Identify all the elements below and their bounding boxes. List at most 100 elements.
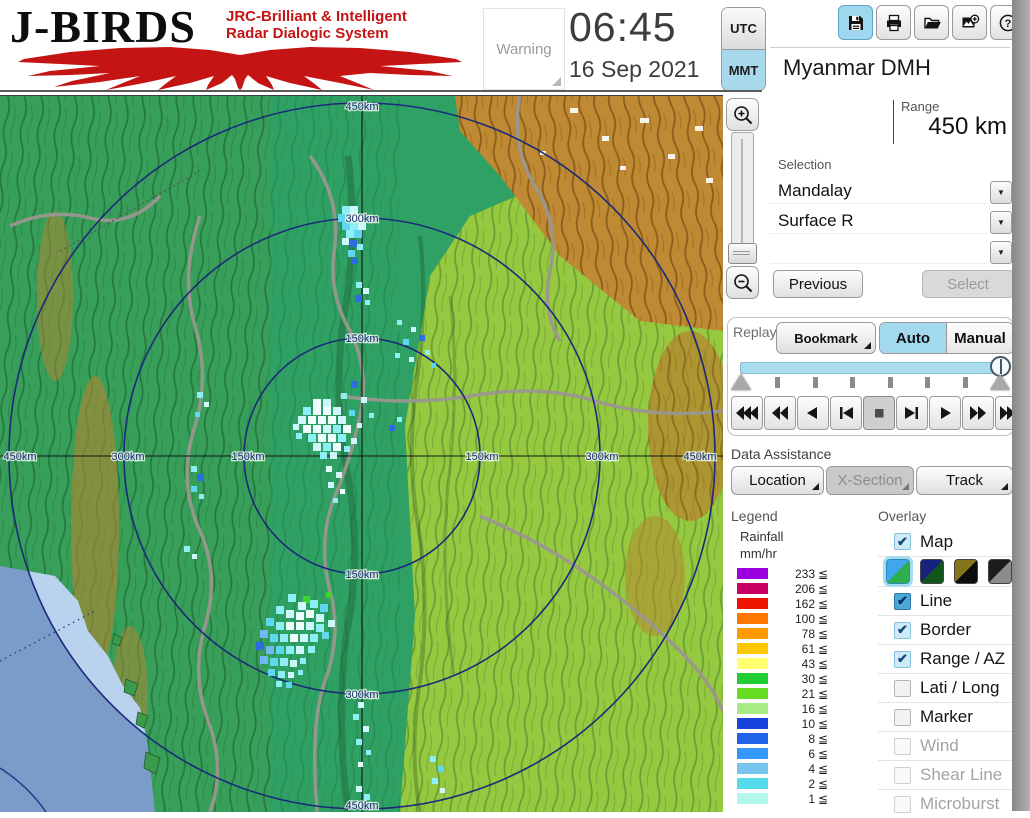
x-section-button[interactable]: X-Section xyxy=(826,466,914,495)
map-checkbox[interactable]: ✔ xyxy=(894,533,911,550)
rewind-fast-button[interactable] xyxy=(731,396,763,430)
legend-swatch xyxy=(737,628,768,639)
lati-long-checkbox[interactable]: ✔ xyxy=(894,679,911,697)
site-dropdown-value[interactable]: Mandalay xyxy=(770,179,989,204)
track-label: Track xyxy=(946,472,983,489)
manual-button[interactable]: Manual xyxy=(947,323,1013,353)
legend-value: 100 xyxy=(794,611,815,626)
legend-value: 78 xyxy=(801,626,815,641)
mmt-button[interactable]: MMT xyxy=(722,50,765,90)
map-style-2[interactable] xyxy=(920,559,944,584)
overlay-row-wind[interactable]: ✔ Wind xyxy=(878,731,1012,760)
clock-time: 06:45 xyxy=(569,4,677,50)
play-button[interactable] xyxy=(929,396,961,430)
select-button[interactable]: Select xyxy=(922,270,1014,298)
slider-tick xyxy=(775,377,780,388)
microburst-checkbox[interactable]: ✔ xyxy=(894,795,911,813)
overlay-row-marker[interactable]: ✔ Marker xyxy=(878,702,1012,731)
legend-value: 206 xyxy=(794,581,815,596)
print-button[interactable] xyxy=(876,5,911,40)
option-dropdown-value[interactable] xyxy=(770,239,989,264)
overlay-row-map[interactable]: ✔ Map xyxy=(878,527,1012,556)
map-style-4[interactable] xyxy=(988,559,1012,584)
range-end-marker[interactable] xyxy=(990,374,1010,390)
overlay-label-lati-long: Lati / Long xyxy=(920,678,1000,697)
chevron-down-icon: ▼ xyxy=(997,248,1005,257)
overlay-label-wind: Wind xyxy=(920,736,959,755)
option-dropdown-button[interactable]: ▼ xyxy=(990,241,1012,264)
legend-row: 61 ≦ xyxy=(737,641,847,656)
slider-tick xyxy=(850,377,855,388)
radar-map[interactable]: 450km 300km 150km 150km 300km 450km 450km 300km… xyxy=(0,95,732,813)
legend-swatch xyxy=(737,763,768,774)
range-az-checkbox[interactable]: ✔ xyxy=(894,650,911,668)
legend-lte: ≦ xyxy=(818,761,829,776)
legend-lte: ≦ xyxy=(818,596,829,611)
check-icon: ✔ xyxy=(897,622,908,637)
step-large-back-button[interactable] xyxy=(797,396,829,430)
legend-lte: ≦ xyxy=(818,671,829,686)
auto-button[interactable]: Auto xyxy=(880,323,947,353)
selection-label: Selection xyxy=(778,157,832,172)
overlay-row-lati-long[interactable]: ✔ Lati / Long xyxy=(878,673,1012,702)
capture-add-button[interactable] xyxy=(952,5,987,40)
utc-button[interactable]: UTC xyxy=(722,8,765,50)
legend-row: 8 ≦ xyxy=(737,731,847,746)
replay-slider-track[interactable] xyxy=(740,362,998,374)
save-button[interactable] xyxy=(838,5,873,40)
legend-title: Legend xyxy=(731,508,778,524)
marker-checkbox[interactable]: ✔ xyxy=(894,708,911,726)
stop-button[interactable] xyxy=(863,396,895,430)
product-dropdown-value[interactable]: Surface R xyxy=(770,209,989,234)
map-style-3[interactable] xyxy=(954,559,978,584)
product-dropdown-button[interactable]: ▼ xyxy=(990,211,1012,234)
zoom-slider-thumb[interactable] xyxy=(728,243,757,264)
shear-line-checkbox[interactable]: ✔ xyxy=(894,766,911,784)
zoom-out-icon xyxy=(733,273,752,292)
overlay-row-shear-line[interactable]: ✔ Shear Line xyxy=(878,760,1012,789)
range-start-marker[interactable] xyxy=(731,374,751,390)
window-edge-strip[interactable] xyxy=(1012,0,1030,811)
check-icon: ✔ xyxy=(897,796,908,812)
location-button[interactable]: Location xyxy=(731,466,824,495)
legend-row: 16 ≦ xyxy=(737,701,847,716)
overlay-row-border[interactable]: ✔ Border xyxy=(878,615,1012,644)
zoom-in-button[interactable] xyxy=(726,98,759,131)
legend-lte: ≦ xyxy=(818,746,829,761)
overlay-panel: ✔ Map ✔ Line ✔ Border ✔ Range / AZ ✔ Lat… xyxy=(878,527,1012,818)
legend-value: 8 xyxy=(808,731,815,746)
overlay-row-range-az[interactable]: ✔ Range / AZ xyxy=(878,644,1012,673)
overlay-row-line[interactable]: ✔ Line xyxy=(878,586,1012,615)
bookmark-button[interactable]: Bookmark xyxy=(776,322,876,354)
border-checkbox[interactable]: ✔ xyxy=(894,621,911,639)
slider-tick xyxy=(963,377,968,388)
site-dropdown-button[interactable]: ▼ xyxy=(990,181,1012,204)
stop-icon xyxy=(875,409,884,418)
legend-lte: ≦ xyxy=(818,656,829,671)
check-icon: ✔ xyxy=(897,593,908,608)
warning-box[interactable]: Warning xyxy=(483,8,565,90)
legend-row: 78 ≦ xyxy=(737,626,847,641)
open-folder-button[interactable] xyxy=(914,5,949,40)
wind-checkbox[interactable]: ✔ xyxy=(894,737,911,755)
svg-text:150km: 150km xyxy=(345,333,378,345)
legend-value: 16 xyxy=(801,701,815,716)
step-back-button[interactable] xyxy=(830,396,862,430)
forward-button[interactable] xyxy=(962,396,994,430)
map-style-row xyxy=(878,556,1012,586)
app-logo: J-BIRDS JRC-Brilliant & Intelligent Rada… xyxy=(8,1,480,90)
rewind-button[interactable] xyxy=(764,396,796,430)
line-checkbox[interactable]: ✔ xyxy=(894,592,911,610)
previous-button[interactable]: Previous xyxy=(773,270,863,298)
legend-row: 100 ≦ xyxy=(737,611,847,626)
track-button[interactable]: Track xyxy=(916,466,1013,495)
play-icon xyxy=(941,407,951,419)
legend-value: 6 xyxy=(808,746,815,761)
bookmark-label: Bookmark xyxy=(794,330,858,346)
step-forward-button[interactable] xyxy=(896,396,928,430)
zoom-out-button[interactable] xyxy=(726,266,759,299)
overlay-row-microburst[interactable]: ✔ Microburst xyxy=(878,789,1012,818)
map-style-1[interactable] xyxy=(886,559,910,584)
legend-lte: ≦ xyxy=(818,731,829,746)
overlay-label-map: Map xyxy=(920,531,954,551)
